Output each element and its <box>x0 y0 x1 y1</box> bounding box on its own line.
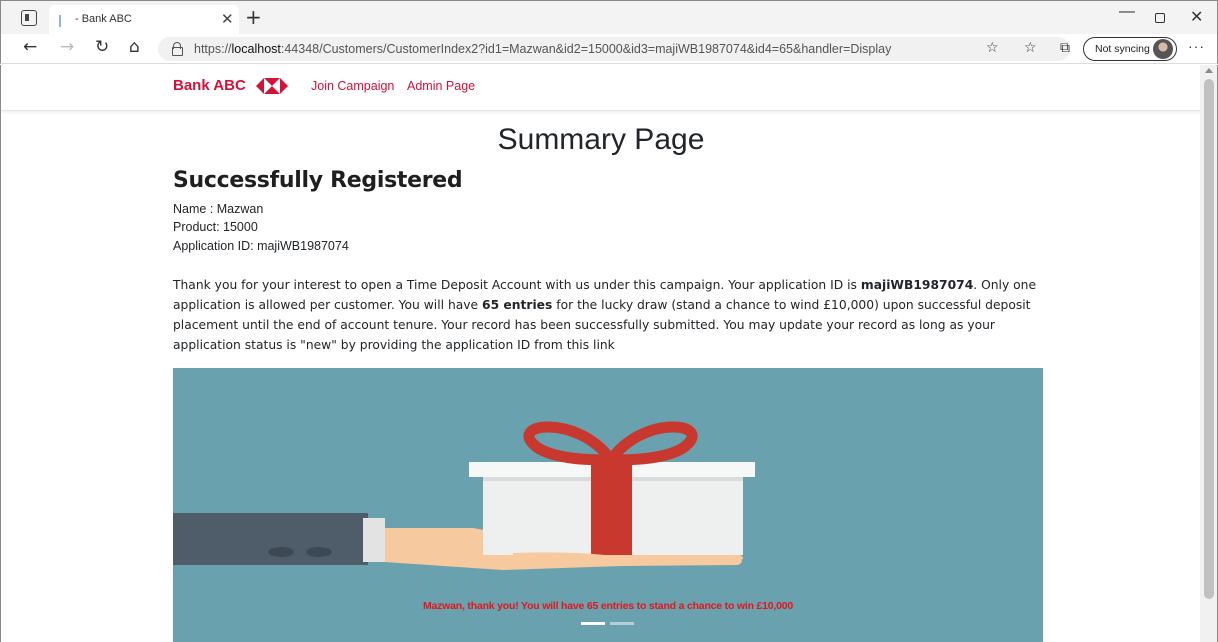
tab-title: - Bank ABC <box>75 13 132 25</box>
favorites-icon[interactable]: ☆ <box>1024 40 1037 56</box>
bank-logo-icon[interactable] <box>256 78 288 94</box>
more-icon[interactable]: ··· <box>1188 38 1205 54</box>
avatar <box>1153 39 1173 59</box>
back-icon[interactable]: ← <box>23 37 37 57</box>
tab-actions-icon[interactable] <box>21 10 37 26</box>
bow-left <box>523 421 622 466</box>
carousel-caption: Mazwan, thank you! You will have 65 entr… <box>422 600 794 612</box>
site-navbar: Bank ABC Join Campaign Admin Page <box>1 65 1201 111</box>
sync-label: Not syncing <box>1095 43 1150 55</box>
scroll-up-icon[interactable] <box>1205 68 1213 73</box>
page-favicon-icon <box>59 15 71 27</box>
join-campaign-link[interactable]: Join Campaign <box>311 79 394 93</box>
application-id: Application ID: majiWB1987074 <box>173 239 349 253</box>
brand-link[interactable]: Bank ABC <box>173 77 246 94</box>
lock-icon[interactable] <box>172 42 183 56</box>
page-title: Summary Page <box>497 123 705 156</box>
collections-icon[interactable]: ⧉ <box>1060 40 1070 56</box>
admin-page-link[interactable]: Admin Page <box>407 79 475 93</box>
url-text[interactable]: https://localhost:44348/Customers/Custom… <box>194 42 891 56</box>
ribbon-shape <box>591 462 632 555</box>
promo-carousel[interactable]: Mazwan, thank you! You will have 65 entr… <box>173 368 1043 642</box>
page-scrollbar[interactable] <box>1200 65 1217 642</box>
browser-tab[interactable]: - Bank ABC ✕ <box>49 5 239 35</box>
scroll-thumb[interactable] <box>1204 79 1214 599</box>
new-tab-icon[interactable]: + <box>245 5 262 29</box>
carousel-indicator-1[interactable] <box>581 622 605 625</box>
close-window-icon[interactable]: ✕ <box>1190 7 1203 26</box>
forward-icon[interactable]: → <box>60 37 74 57</box>
entries-highlight: 65 entries <box>482 298 553 312</box>
success-heading: Successfully Registered <box>173 168 463 193</box>
application-id-highlight: majiWB1987074 <box>860 278 974 292</box>
carousel-indicators <box>581 622 641 626</box>
close-tab-icon[interactable]: ✕ <box>221 10 234 28</box>
carousel-indicator-2[interactable] <box>610 622 634 625</box>
minimize-icon[interactable]: — <box>1119 3 1135 21</box>
cuff-shape <box>363 518 385 562</box>
reload-icon[interactable]: ↻ <box>95 37 109 57</box>
restore-icon[interactable] <box>1155 13 1165 23</box>
home-icon[interactable]: ⌂ <box>129 37 140 57</box>
page-viewport: Bank ABC Join Campaign Admin Page Summar… <box>0 65 1218 642</box>
read-aloud-icon[interactable]: ☆ <box>986 40 999 56</box>
confirmation-paragraph: Thank you for your interest to open a Ti… <box>173 278 1037 352</box>
address-bar[interactable]: https://localhost:44348/Customers/Custom… <box>158 37 1070 61</box>
sleeve-shape <box>173 513 368 565</box>
bow-right <box>600 421 698 466</box>
browser-titlebar: - Bank ABC ✕ + — ✕ <box>0 0 1218 35</box>
customer-name: Name : Mazwan <box>173 202 264 216</box>
browser-toolbar: ← → ↻ ⌂ https://localhost:44348/Customer… <box>0 34 1218 64</box>
profile-sync-button[interactable]: Not syncing <box>1083 37 1177 61</box>
product-amount: Product: 15000 <box>173 220 258 234</box>
